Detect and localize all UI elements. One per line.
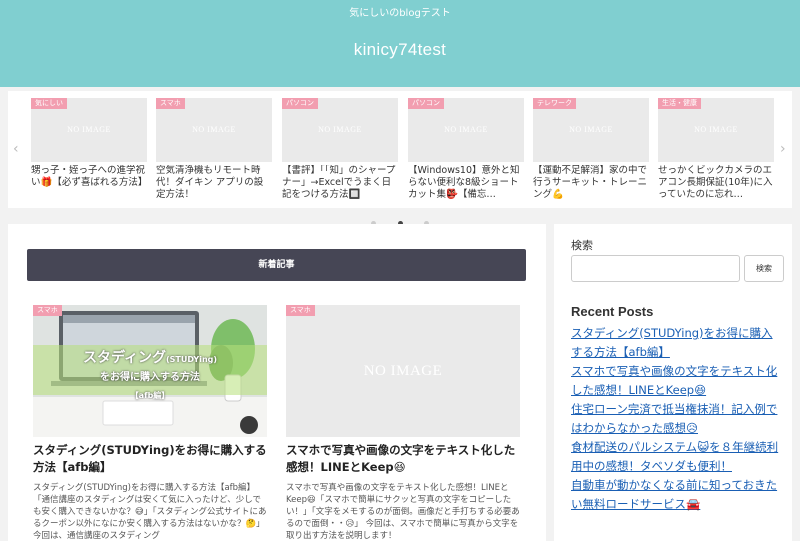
no-image-placeholder: NO IMAGE [444, 125, 488, 134]
eyecatch-overlay-text: スタディング(STUDYing) をお得に購入する方法 【afb編】 [33, 350, 267, 404]
carousel-item-title[interactable]: 空気清浄機もリモート時代！ダイキン アプリの設定方法！ [156, 165, 272, 201]
recent-post-link[interactable]: 住宅ローン完済で抵当権抹消！記入例ではわからなかった感想😥 [571, 400, 779, 438]
carousel-item[interactable]: NO IMAGE スマホ 空気清浄機もリモート時代！ダイキン アプリの設定方法！ [156, 98, 272, 201]
eyecatch-line1: スタディング [82, 350, 166, 366]
post-excerpt: スマホで写真や画像の文字をテキスト化した感想！LINEとKeep😆「スマホで簡単… [286, 483, 520, 541]
recent-posts-list: スタディング(STUDYing)をお得に購入する方法【afb編】 スマホで写真や… [571, 324, 779, 514]
search-input[interactable] [571, 255, 740, 282]
site-tagline: 気にしいのblogテスト [349, 8, 451, 19]
carousel-item[interactable]: NO IMAGE 生活・健康 せっかくビックカメラのエアコン長期保証(10年)に… [658, 98, 774, 201]
carousel-prev-icon[interactable]: ‹ [13, 141, 19, 157]
post-thumbnail[interactable]: スタディング(STUDYing) をお得に購入する方法 【afb編】 スマホ [33, 305, 267, 437]
no-image-placeholder: NO IMAGE [694, 125, 738, 134]
category-badge: スマホ [286, 305, 315, 316]
site-title-link[interactable]: kinicy74test [0, 40, 800, 60]
category-badge: パソコン [408, 98, 444, 109]
main-content: 新着記事 スタディング(STUDYing) をお得に購入する方法 【afb編】 … [8, 224, 546, 541]
carousel-thumbnail[interactable]: NO IMAGE テレワーク [533, 98, 649, 162]
search-button[interactable]: 検索 [744, 255, 784, 282]
site-header: 気にしいのblogテスト kinicy74test [0, 0, 800, 87]
carousel-thumbnail[interactable]: NO IMAGE パソコン [408, 98, 524, 162]
carousel-item-title[interactable]: 【Windows10】意外と知らない便利な8級ショートカット集👺【備忘… [408, 165, 524, 201]
recent-post-link[interactable]: 自動車が動かなくなる前に知っておきたい無料ロードサービス🚘 [571, 476, 779, 514]
carousel-item-title[interactable]: 【書評】「「知」のシャープナー」→Excelでうまく日記をつける方法🔲 [282, 165, 398, 201]
post-card[interactable]: NO IMAGE スマホ スマホで写真や画像の文字をテキスト化した感想！LINE… [286, 305, 520, 541]
post-title[interactable]: スタディング(STUDYing)をお得に購入する方法【afb編】 [33, 442, 267, 476]
carousel-thumbnail[interactable]: NO IMAGE 生活・健康 [658, 98, 774, 162]
carousel-item[interactable]: NO IMAGE 気にしい 甥っ子・姪っ子への進学祝い🎁【必ず喜ばれる方法】 [31, 98, 147, 201]
recent-post-link[interactable]: 食材配送のパルシステム😺を８年継続利用中の感想！タベソダも便利！ [571, 438, 779, 476]
post-title[interactable]: スマホで写真や画像の文字をテキスト化した感想！LINEとKeep😆 [286, 442, 520, 476]
featured-carousel: ‹ › NO IMAGE 気にしい 甥っ子・姪っ子への進学祝い🎁【必ず喜ばれる方… [8, 91, 792, 226]
sidebar: 検索 検索 Recent Posts スタディング(STUDYing)をお得に購… [554, 224, 792, 541]
category-badge: パソコン [282, 98, 318, 109]
recent-post-link[interactable]: スマホで写真や画像の文字をテキスト化した感想！LINEとKeep😆 [571, 362, 779, 400]
recent-post-link[interactable]: スタディング(STUDYing)をお得に購入する方法【afb編】 [571, 324, 779, 362]
category-badge: テレワーク [533, 98, 576, 109]
post-thumbnail[interactable]: NO IMAGE スマホ [286, 305, 520, 437]
category-badge: 生活・健康 [658, 98, 701, 109]
no-image-placeholder: NO IMAGE [569, 125, 613, 134]
carousel-thumbnail[interactable]: NO IMAGE スマホ [156, 98, 272, 162]
carousel-item-title[interactable]: 【運動不足解消】家の中で行うサーキット・トレーニング💪 [533, 165, 649, 201]
carousel-item[interactable]: NO IMAGE テレワーク 【運動不足解消】家の中で行うサーキット・トレーニン… [533, 98, 649, 201]
category-badge: スマホ [156, 98, 185, 109]
post-excerpt: スタディング(STUDYing)をお得に購入する方法【afb編】「通信講座のスタ… [33, 483, 267, 541]
no-image-placeholder: NO IMAGE [67, 125, 111, 134]
eyecatch-line1-small: (STUDYing) [165, 355, 218, 364]
carousel-item[interactable]: NO IMAGE パソコン 【Windows10】意外と知らない便利な8級ショー… [408, 98, 524, 201]
eyecatch-line2: をお得に購入する方法 [100, 372, 200, 383]
no-image-placeholder: NO IMAGE [192, 125, 236, 134]
category-badge: スマホ [33, 305, 62, 316]
no-image-placeholder: NO IMAGE [318, 125, 362, 134]
category-badge: 気にしい [31, 98, 67, 109]
section-title-bar: 新着記事 [27, 249, 526, 281]
carousel-item-title[interactable]: せっかくビックカメラのエアコン長期保証(10年)に入っていたのに忘れ… [658, 165, 774, 201]
carousel-item[interactable]: NO IMAGE パソコン 【書評】「「知」のシャープナー」→Excelでうまく… [282, 98, 398, 201]
recent-posts-title: Recent Posts [571, 304, 654, 319]
carousel-thumbnail[interactable]: NO IMAGE 気にしい [31, 98, 147, 162]
carousel-item-title[interactable]: 甥っ子・姪っ子への進学祝い🎁【必ず喜ばれる方法】 [31, 165, 147, 201]
carousel-thumbnail[interactable]: NO IMAGE パソコン [282, 98, 398, 162]
carousel-next-icon[interactable]: › [780, 141, 786, 157]
search-widget-title: 検索 [571, 239, 593, 252]
post-card[interactable]: スタディング(STUDYing) をお得に購入する方法 【afb編】 スマホ ス… [33, 305, 267, 541]
eyecatch-line3: 【afb編】 [130, 391, 170, 400]
no-image-placeholder: NO IMAGE [363, 363, 443, 379]
